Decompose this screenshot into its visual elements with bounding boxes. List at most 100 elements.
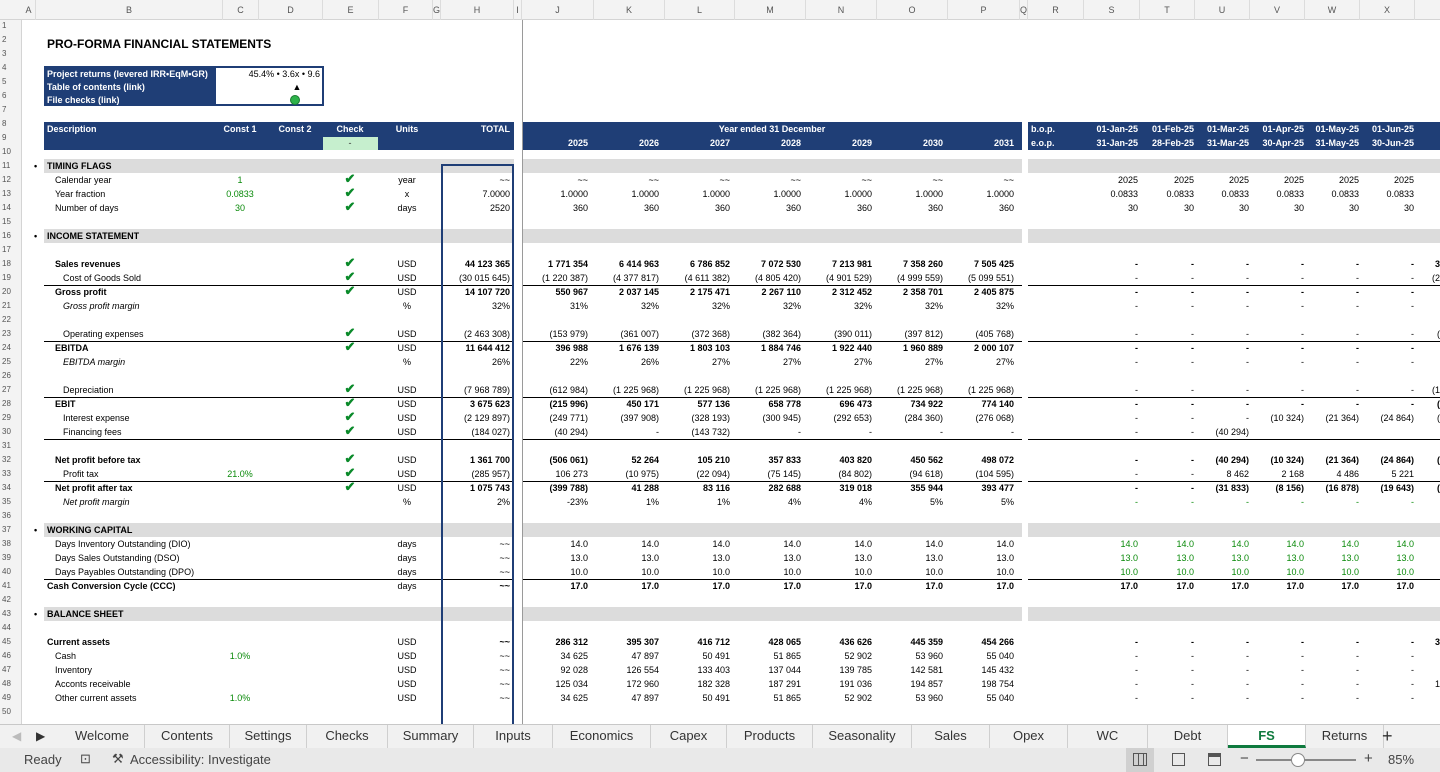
year-value[interactable]: 1.0000	[948, 187, 1014, 201]
year-value[interactable]: (292 653)	[806, 411, 872, 425]
month-value[interactable]: 13.0	[1084, 551, 1138, 565]
month-value[interactable]: 0.0833	[1140, 187, 1194, 201]
month-value[interactable]: -	[1084, 285, 1138, 299]
year-value[interactable]: 4%	[806, 495, 872, 509]
const1-value[interactable]: 21.0%	[215, 467, 265, 481]
row-header[interactable]: 47	[0, 663, 22, 677]
year-value[interactable]: 14.0	[593, 537, 659, 551]
row-header[interactable]: 32	[0, 453, 22, 467]
row-header[interactable]: 28	[0, 397, 22, 411]
row-header[interactable]: 16	[0, 229, 22, 243]
year-value[interactable]: 428 065	[735, 635, 801, 649]
row-header[interactable]: 8	[0, 117, 22, 131]
year-value[interactable]: 133 403	[664, 663, 730, 677]
year-value[interactable]: -	[877, 425, 943, 439]
year-value[interactable]: 32%	[735, 299, 801, 313]
month-value[interactable]: 0.0833	[1195, 187, 1249, 201]
month-value[interactable]: 17.0	[1195, 579, 1249, 593]
month-value[interactable]: 3	[1415, 649, 1440, 663]
row-header[interactable]: 23	[0, 327, 22, 341]
row-header[interactable]: 38	[0, 537, 22, 551]
col-header-C[interactable]: C	[223, 0, 259, 20]
col-header-V[interactable]: V	[1250, 0, 1305, 20]
year-value[interactable]: 393 477	[948, 481, 1014, 495]
month-value[interactable]: 2025	[1195, 173, 1249, 187]
year-value[interactable]: 454 266	[948, 635, 1014, 649]
month-value[interactable]: 13.0	[1305, 551, 1359, 565]
year-value[interactable]: 658 778	[735, 397, 801, 411]
month-value[interactable]: 6	[1415, 341, 1440, 355]
year-value[interactable]: (84 802)	[806, 467, 872, 481]
month-value[interactable]: -	[1360, 355, 1414, 369]
month-value[interactable]: -	[1250, 635, 1304, 649]
row-header[interactable]: 42	[0, 593, 22, 607]
year-value[interactable]: (405 768)	[948, 327, 1014, 341]
macro-icon[interactable]: ⊡	[80, 751, 91, 767]
year-value[interactable]: (382 364)	[735, 327, 801, 341]
month-value[interactable]: -	[1250, 327, 1304, 341]
year-value[interactable]: 32%	[806, 299, 872, 313]
month-value[interactable]: -	[1195, 257, 1249, 271]
year-value[interactable]: (612 984)	[522, 383, 588, 397]
month-value[interactable]: 17.0	[1250, 579, 1304, 593]
col-header-G[interactable]: G	[433, 0, 441, 20]
year-value[interactable]: 194 857	[877, 677, 943, 691]
year-value[interactable]: 27%	[948, 355, 1014, 369]
month-value[interactable]: -	[1250, 691, 1304, 705]
month-value[interactable]: 8 462	[1195, 467, 1249, 481]
month-value[interactable]: -	[1250, 271, 1304, 285]
col-header-H[interactable]: H	[441, 0, 514, 20]
year-value[interactable]: 14.0	[948, 537, 1014, 551]
year-value[interactable]: (361 007)	[593, 327, 659, 341]
row-header[interactable]: 37	[0, 523, 22, 537]
month-value[interactable]: 30	[1360, 201, 1414, 215]
col-header-R[interactable]: R	[1028, 0, 1084, 20]
month-value[interactable]: -	[1305, 271, 1359, 285]
month-value[interactable]: 10.0	[1084, 565, 1138, 579]
month-value[interactable]	[1250, 425, 1304, 439]
month-value[interactable]: -	[1084, 635, 1138, 649]
row-header[interactable]: 35	[0, 495, 22, 509]
tab-capex[interactable]: Capex	[651, 725, 727, 748]
year-value[interactable]: -	[735, 425, 801, 439]
row-header[interactable]: 17	[0, 243, 22, 257]
year-value[interactable]: (4 611 382)	[664, 271, 730, 285]
month-value[interactable]	[1360, 425, 1414, 439]
year-value[interactable]: (153 979)	[522, 327, 588, 341]
month-value[interactable]: -	[1360, 299, 1414, 313]
year-value[interactable]: 27%	[806, 355, 872, 369]
year-value[interactable]: (397 908)	[593, 411, 659, 425]
col-header-P[interactable]: P	[948, 0, 1020, 20]
month-value[interactable]: -	[1140, 285, 1194, 299]
month-value[interactable]: 30	[1305, 201, 1359, 215]
month-value[interactable]: -	[1360, 257, 1414, 271]
row-header[interactable]: 14	[0, 201, 22, 215]
row-header[interactable]: 50	[0, 705, 22, 719]
year-value[interactable]: 2 175 471	[664, 285, 730, 299]
year-value[interactable]: (4 377 817)	[593, 271, 659, 285]
triangle-up-icon[interactable]: ▲	[282, 80, 312, 94]
month-value[interactable]: -	[1195, 341, 1249, 355]
month-value[interactable]: 0.0833	[1360, 187, 1414, 201]
col-header-I[interactable]: I	[514, 0, 522, 20]
tab-welcome[interactable]: Welcome	[60, 725, 145, 748]
year-value[interactable]: 10.0	[948, 565, 1014, 579]
year-value[interactable]: 52 264	[593, 453, 659, 467]
year-value[interactable]: (284 360)	[877, 411, 943, 425]
row-header[interactable]: 1	[0, 19, 22, 33]
month-value[interactable]: 1	[1415, 467, 1440, 481]
year-value[interactable]: ~~	[948, 173, 1014, 187]
month-value[interactable]: 14.0	[1305, 537, 1359, 551]
year-value[interactable]: 191 036	[806, 677, 872, 691]
year-value[interactable]: 17.0	[877, 579, 943, 593]
month-value[interactable]: (2	[1415, 411, 1440, 425]
year-value[interactable]: (4 901 529)	[806, 271, 872, 285]
year-value[interactable]: 92 028	[522, 663, 588, 677]
year-value[interactable]: 142 581	[877, 663, 943, 677]
year-value[interactable]: 172 960	[593, 677, 659, 691]
year-value[interactable]: 47 897	[593, 649, 659, 663]
month-value[interactable]: -	[1250, 495, 1304, 509]
month-value[interactable]: -	[1084, 467, 1138, 481]
year-value[interactable]: (1 225 968)	[593, 383, 659, 397]
year-value[interactable]: 360	[522, 201, 588, 215]
